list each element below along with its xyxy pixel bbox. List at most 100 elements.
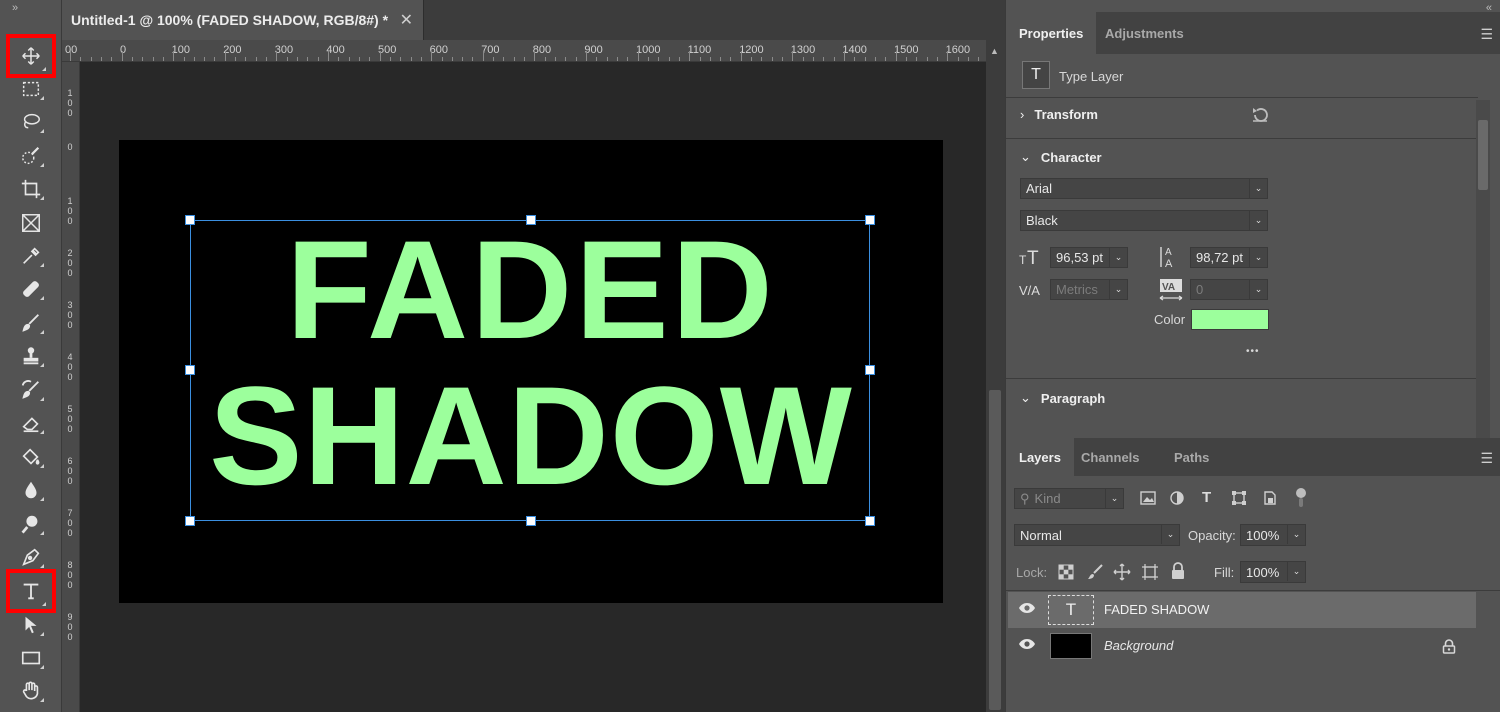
leading-field[interactable]: 98,72 pt ⌄: [1190, 247, 1268, 268]
type-tool[interactable]: [6, 569, 56, 613]
opacity-field[interactable]: 100% ⌄: [1240, 524, 1306, 546]
kerning-field[interactable]: Metrics ⌄: [1050, 279, 1128, 300]
paragraph-section[interactable]: ⌄ Paragraph: [1020, 390, 1105, 406]
font-style-select[interactable]: Black ⌄: [1020, 210, 1268, 231]
background-thumbnail: [1050, 633, 1092, 659]
handle-bottom-right[interactable]: [865, 516, 875, 526]
tracking-field[interactable]: 0 ⌄: [1190, 279, 1268, 300]
filter-pixel-icon[interactable]: [1140, 491, 1156, 505]
lock-position-icon[interactable]: [1113, 563, 1131, 581]
ruler-tick: [926, 57, 928, 61]
move-tool[interactable]: [6, 34, 56, 78]
filter-toggle-icon[interactable]: [1294, 487, 1308, 509]
hand-tool[interactable]: [10, 675, 52, 707]
layer-row-faded-shadow[interactable]: T FADED SHADOW: [1008, 592, 1476, 628]
ruler-tick: [183, 57, 185, 61]
layer-filter-kind[interactable]: ⚲ Kind ⌄: [1014, 488, 1124, 509]
tools-panel: »: [0, 0, 62, 712]
collapse-toolbar-icon[interactable]: »: [12, 2, 18, 14]
ruler-tick: [131, 57, 133, 61]
blend-mode-select[interactable]: Normal ⌄: [1014, 524, 1180, 546]
rectangle-tool[interactable]: [10, 642, 52, 674]
filter-adjustment-icon[interactable]: [1169, 490, 1185, 506]
filter-smart-object-icon[interactable]: [1262, 490, 1278, 506]
healing-tool[interactable]: [10, 273, 52, 305]
ruler-tick: [606, 57, 608, 61]
stamp-icon: [23, 347, 39, 365]
marquee-icon: [22, 81, 40, 97]
font-size-field[interactable]: 96,53 pt ⌄: [1050, 247, 1128, 268]
handle-middle-right[interactable]: [865, 365, 875, 375]
canvas-vertical-scrollbar[interactable]: ▲: [986, 40, 1005, 712]
ruler-tick: [813, 57, 815, 61]
handle-top-left[interactable]: [185, 215, 195, 225]
ruler-label: 1500: [894, 44, 919, 56]
reset-transform-icon[interactable]: [1250, 106, 1270, 124]
document-tab[interactable]: Untitled-1 @ 100% (FADED SHADOW, RGB/8#)…: [62, 0, 424, 40]
properties-scrollbar[interactable]: [1476, 100, 1490, 438]
lock-all-icon[interactable]: [1170, 562, 1186, 580]
handle-bottom-center[interactable]: [526, 516, 536, 526]
panel-menu-icon[interactable]: ☰: [1480, 26, 1493, 43]
close-tab-icon[interactable]: ✕: [400, 10, 413, 30]
ruler-tick: [100, 57, 102, 61]
crop-tool[interactable]: [10, 173, 52, 205]
tab-adjustments[interactable]: Adjustments: [1092, 12, 1197, 54]
history-brush-tool[interactable]: [10, 374, 52, 406]
transform-bounding-box[interactable]: [185, 215, 875, 526]
layer-row-background[interactable]: Background: [1008, 628, 1476, 664]
transform-section[interactable]: › Transform: [1020, 107, 1098, 122]
character-section[interactable]: ⌄ Character: [1020, 149, 1102, 165]
filter-type-icon[interactable]: T: [1202, 489, 1211, 506]
svg-text:A: A: [1165, 258, 1173, 269]
font-family-select[interactable]: Arial ⌄: [1020, 178, 1268, 199]
stamp-tool[interactable]: [10, 340, 52, 372]
ruler-tick: [348, 57, 350, 61]
tab-layers[interactable]: Layers: [1006, 438, 1074, 476]
text-color-swatch[interactable]: [1191, 309, 1269, 330]
fill-field[interactable]: 100% ⌄: [1240, 561, 1306, 583]
pen-tool[interactable]: [10, 541, 52, 573]
eyedropper-tool[interactable]: [10, 240, 52, 272]
fill-label: Fill:: [1214, 565, 1235, 580]
lock-image-pixels-icon[interactable]: [1086, 563, 1104, 581]
scrollbar-thumb[interactable]: [1478, 120, 1488, 190]
visibility-eye-icon[interactable]: [1018, 602, 1036, 614]
handle-middle-left[interactable]: [185, 365, 195, 375]
tab-paths[interactable]: Paths: [1161, 438, 1222, 476]
brush-tool[interactable]: [10, 307, 52, 339]
ruler-tick: [874, 57, 876, 61]
eraser-tool[interactable]: [10, 407, 52, 439]
path-selection-tool[interactable]: [10, 609, 52, 641]
lock-artboard-icon[interactable]: [1141, 563, 1159, 581]
svg-text:V/A: V/A: [1019, 283, 1040, 298]
more-options-icon[interactable]: •••: [1246, 346, 1260, 357]
handle-bottom-left[interactable]: [185, 516, 195, 526]
handle-top-center[interactable]: [526, 215, 536, 225]
dodge-tool[interactable]: [10, 508, 52, 540]
ruler-tick: [307, 57, 309, 61]
ruler-tick: [90, 57, 92, 61]
scroll-up-icon[interactable]: ▲: [990, 46, 999, 56]
handle-top-right[interactable]: [865, 215, 875, 225]
quick-selection-tool[interactable]: [10, 140, 52, 172]
blur-tool[interactable]: [10, 474, 52, 506]
ruler-tick: [699, 57, 701, 61]
tab-channels[interactable]: Channels: [1068, 438, 1153, 476]
lock-transparent-pixels-icon[interactable]: [1058, 564, 1074, 580]
move-icon: [22, 47, 40, 65]
ruler-label: 900: [584, 44, 603, 56]
scrollbar-thumb[interactable]: [989, 390, 1001, 710]
ruler-tick: [885, 57, 887, 61]
marquee-tool[interactable]: [10, 73, 52, 105]
ruler-tick: [472, 57, 474, 61]
layers-menu-icon[interactable]: ☰: [1480, 450, 1493, 467]
lasso-tool[interactable]: [10, 106, 52, 138]
tab-properties[interactable]: Properties: [1006, 12, 1097, 54]
ruler-tick: [276, 51, 278, 61]
frame-tool[interactable]: [10, 207, 52, 239]
filter-shape-icon[interactable]: [1231, 490, 1247, 506]
ruler-tick: [689, 51, 691, 61]
visibility-eye-icon[interactable]: [1018, 638, 1036, 650]
paint-bucket-tool[interactable]: [10, 441, 52, 473]
